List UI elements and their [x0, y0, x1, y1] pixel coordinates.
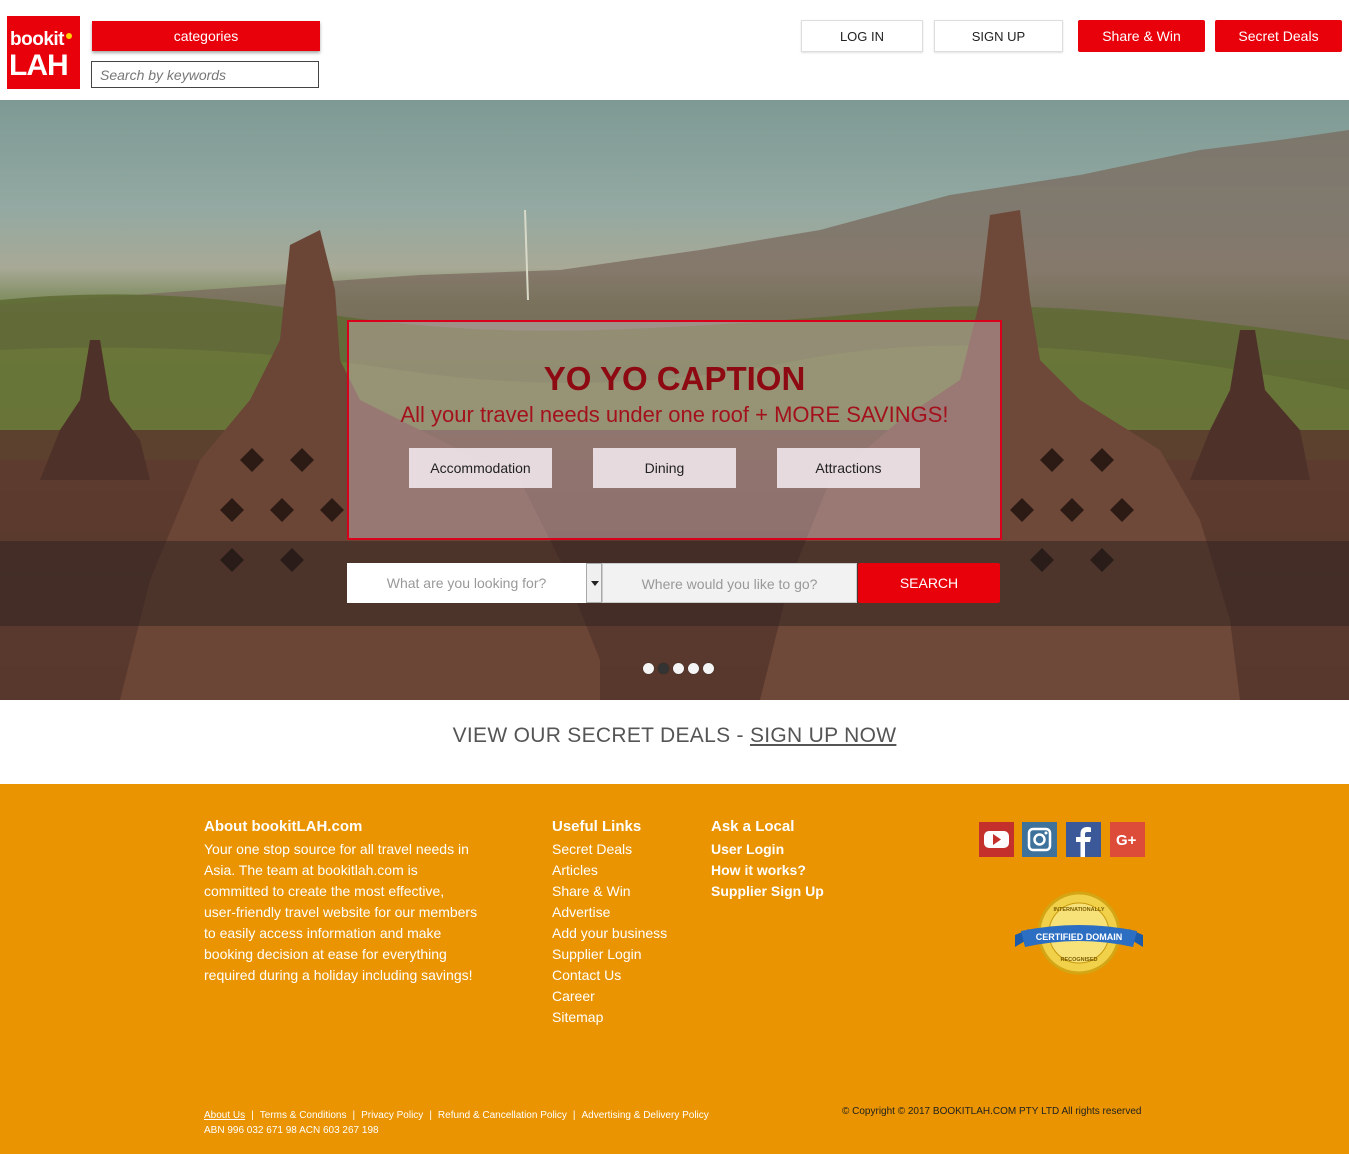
slider-dot[interactable] [673, 663, 684, 674]
site-header: bookit LAH categories LOG IN SIGN UP Sha… [0, 0, 1349, 100]
legal-link-privacy[interactable]: Privacy Policy [361, 1110, 423, 1121]
slider-dots [643, 661, 718, 674]
dining-button[interactable]: Dining [593, 448, 736, 488]
hero-slider: YO YO CAPTION All your travel needs unde… [0, 100, 1349, 700]
footer-link-how-it-works[interactable]: How it works? [711, 860, 824, 881]
footer-about: About bookitLAH.com Your one stop source… [204, 818, 479, 986]
deals-strip-text: VIEW OUR SECRET DEALS - [452, 724, 750, 747]
footer-link-advertise[interactable]: Advertise [552, 902, 667, 923]
slider-dot-active[interactable] [658, 663, 669, 674]
footer-link-add-business[interactable]: Add your business [552, 923, 667, 944]
slider-dot[interactable] [643, 663, 654, 674]
legal-link-advertising[interactable]: Advertising & Delivery Policy [582, 1110, 709, 1121]
footer-link-supplier-signup[interactable]: Supplier Sign Up [711, 881, 824, 902]
slider-dot[interactable] [703, 663, 714, 674]
bookitlah-logo[interactable]: bookit LAH [7, 16, 80, 89]
youtube-icon[interactable] [979, 822, 1014, 857]
footer-link-secret-deals[interactable]: Secret Deals [552, 839, 667, 860]
accommodation-button[interactable]: Accommodation [409, 448, 552, 488]
useful-links-title: Useful Links [552, 818, 642, 835]
share-win-button[interactable]: Share & Win [1078, 20, 1205, 52]
google-plus-icon[interactable]: G+ [1110, 822, 1145, 857]
footer-useful-links: Useful Links Secret Deals Articles Share… [552, 818, 667, 1028]
about-title: About bookitLAH.com [204, 818, 363, 835]
seal-top-text: INTERNATIONALLY [1053, 907, 1104, 913]
signup-button[interactable]: SIGN UP [934, 20, 1063, 52]
what-dropdown-toggle[interactable] [586, 563, 602, 603]
where-search-field[interactable]: Where would you like to go? [602, 563, 857, 603]
secret-deals-strip: VIEW OUR SECRET DEALS - SIGN UP NOW [0, 700, 1349, 784]
footer-link-user-login[interactable]: User Login [711, 839, 824, 860]
seal-main-text: CERTIFIED DOMAIN [1036, 932, 1123, 942]
what-search-field[interactable]: What are you looking for? [347, 563, 586, 603]
legal-link-refund[interactable]: Refund & Cancellation Policy [438, 1110, 567, 1121]
footer-ask-local: Ask a Local User Login How it works? Sup… [711, 818, 824, 902]
categories-button[interactable]: categories [92, 21, 320, 51]
footer-link-career[interactable]: Career [552, 986, 667, 1007]
svg-text:G+: G+ [1116, 832, 1137, 849]
footer-link-contact-us[interactable]: Contact Us [552, 965, 667, 986]
sign-up-now-link[interactable]: SIGN UP NOW [750, 724, 896, 747]
footer-link-sitemap[interactable]: Sitemap [552, 1007, 667, 1028]
site-footer: About bookitLAH.com Your one stop source… [0, 784, 1349, 1154]
secret-deals-button[interactable]: Secret Deals [1215, 20, 1342, 52]
seal-bottom-text: RECOGNISED [1061, 957, 1098, 963]
ask-local-title: Ask a Local [711, 818, 795, 835]
caption-title: YO YO CAPTION [543, 360, 806, 397]
hero-caption-box: YO YO CAPTION All your travel needs unde… [347, 320, 1002, 540]
attractions-button[interactable]: Attractions [777, 448, 920, 488]
slider-dot[interactable] [688, 663, 699, 674]
hero-search-button[interactable]: SEARCH [858, 563, 1000, 603]
about-text: Your one stop source for all travel need… [204, 841, 478, 983]
logo-text-top: bookit [10, 29, 65, 50]
chevron-down-icon [591, 581, 599, 586]
caption-subtitle: All your travel needs under one roof + M… [400, 402, 949, 427]
legal-link-terms[interactable]: Terms & Conditions [260, 1110, 347, 1121]
instagram-icon[interactable] [1022, 822, 1057, 857]
keyword-search-input[interactable] [91, 61, 319, 88]
logo-dot [66, 33, 72, 39]
footer-link-articles[interactable]: Articles [552, 860, 667, 881]
abn-text: ABN 996 032 671 98 ACN 603 267 198 [204, 1125, 379, 1136]
legal-link-about-us[interactable]: About Us [204, 1110, 245, 1121]
login-button[interactable]: LOG IN [801, 20, 923, 52]
footer-legal: About Us | Terms & Conditions | Privacy Poli… [204, 1110, 709, 1136]
facebook-icon[interactable] [1066, 822, 1101, 857]
footer-link-share-win[interactable]: Share & Win [552, 881, 667, 902]
footer-link-supplier-login[interactable]: Supplier Login [552, 944, 667, 965]
logo-text-bottom: LAH [9, 49, 69, 82]
copyright-text: © Copyright © 2017 BOOKITLAH.COM PTY LTD… [842, 1106, 1142, 1117]
certified-domain-seal-icon: CERTIFIED DOMAIN INTERNATIONALLY RECOGNI… [1015, 891, 1143, 975]
